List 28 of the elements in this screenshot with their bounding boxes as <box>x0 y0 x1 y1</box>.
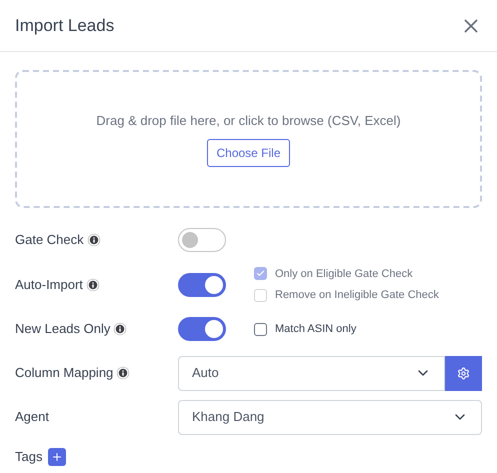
toggle-switch[interactable] <box>178 228 226 252</box>
field-label: Gate Check <box>15 231 84 250</box>
select-field[interactable]: Khang Dang <box>178 400 482 434</box>
file-dropzone[interactable]: Drag & drop file here, or click to browse (CSV, Excel) Choose File <box>15 70 482 208</box>
add-tag-button[interactable] <box>48 448 66 466</box>
plus-icon <box>51 450 64 463</box>
field-label: Agent <box>15 408 49 426</box>
info-icon[interactable] <box>86 278 99 290</box>
checkbox-label: Only on Eligible Gate Check <box>275 266 413 282</box>
toggle-switch[interactable] <box>178 317 226 341</box>
info-icon[interactable] <box>114 323 126 335</box>
check-icon <box>256 269 265 278</box>
field-label: Column Mapping <box>15 364 114 382</box>
settings-button[interactable] <box>445 356 482 390</box>
select-field[interactable]: Auto <box>178 356 445 390</box>
info-icon[interactable] <box>117 367 130 379</box>
checkbox[interactable] <box>254 322 267 336</box>
checkbox-label: Match ASIN only <box>275 322 356 337</box>
checkbox-label: Remove on Ineligible Gate Check <box>275 288 439 303</box>
field-label: Auto-Import <box>15 276 83 294</box>
dropzone-text: Drag & drop file here, or click to browse (CSV, Excel) <box>96 112 401 130</box>
settings-icon <box>457 366 470 380</box>
dialog-title: Import Leads <box>15 14 114 37</box>
info-icon[interactable] <box>88 234 100 246</box>
field-label: New Leads Only <box>15 320 110 338</box>
field-label: Tags <box>15 448 42 466</box>
toggle-switch[interactable] <box>178 272 226 296</box>
choose-file-button[interactable]: Choose File <box>207 138 290 167</box>
